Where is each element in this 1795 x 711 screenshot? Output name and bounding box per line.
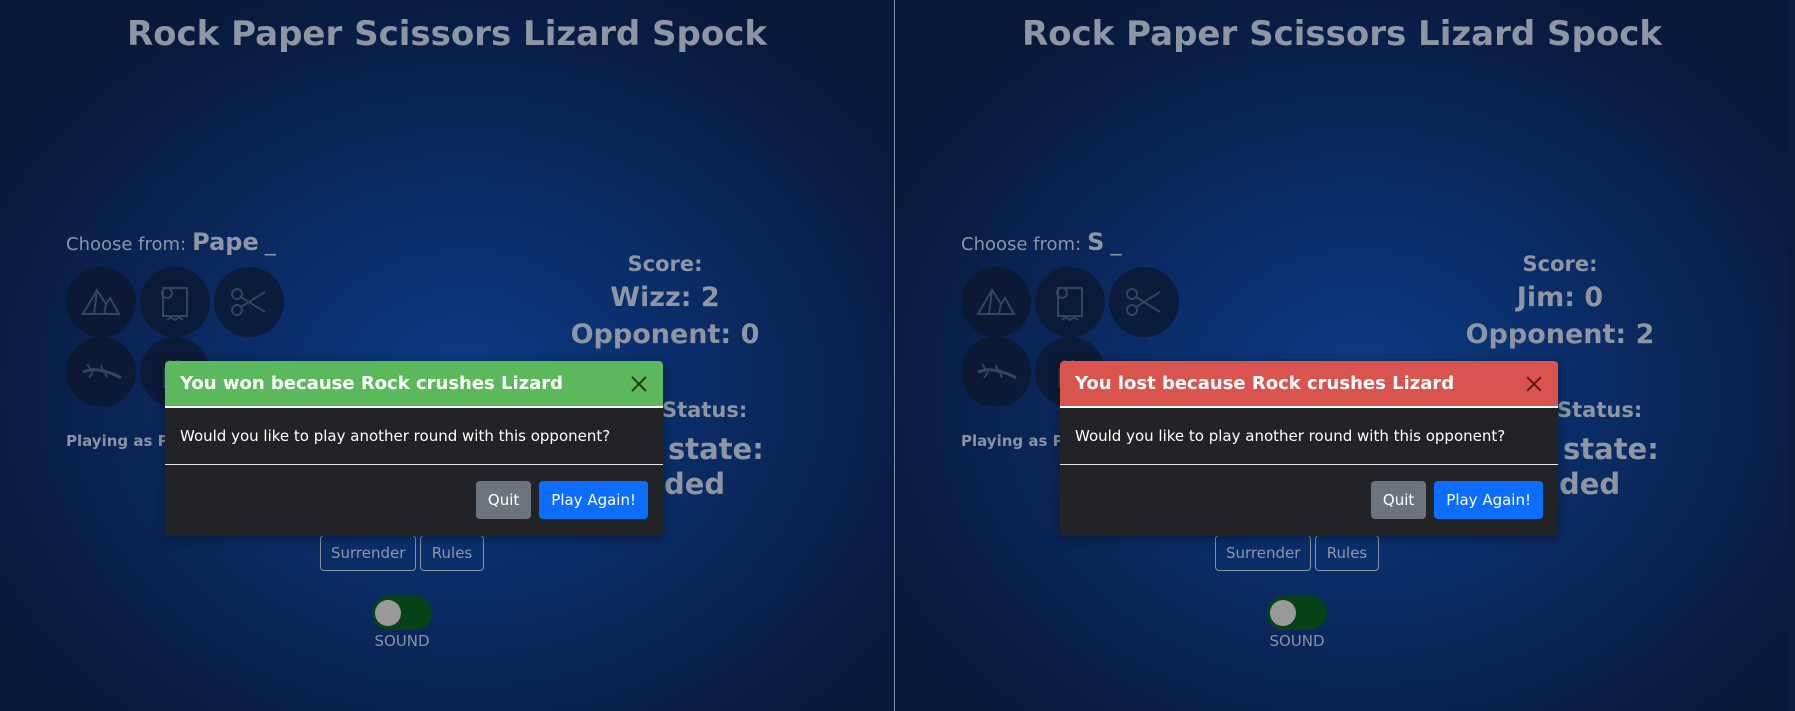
result-modal: You lost because Rock crushes Lizard Wou… — [1060, 361, 1558, 536]
score-panel: Score: Wizz: 2 Opponent: 0 — [520, 252, 810, 350]
modal-body: Would you like to play another round wit… — [1060, 408, 1558, 465]
paper-choice-button[interactable] — [140, 267, 210, 337]
result-modal: You won because Rock crushes Lizard Woul… — [165, 361, 663, 536]
scissors-icon — [231, 288, 266, 316]
play-again-button[interactable]: Play Again! — [539, 480, 648, 519]
opponent-score: Opponent: 2 — [1465, 319, 1655, 350]
status-label: Status: — [662, 398, 748, 422]
lizard-choice-button[interactable] — [66, 337, 136, 407]
scissors-choice-button[interactable] — [214, 267, 284, 337]
game-state-label: state: — [668, 432, 764, 466]
modal-footer: Quit Play Again! — [165, 465, 663, 534]
player-score: Jim: 0 — [1516, 282, 1604, 313]
choose-label: Choose from: — [66, 234, 187, 255]
paper-icon — [161, 287, 188, 322]
rock-choice-button[interactable] — [66, 267, 136, 337]
scissors-choice-button[interactable] — [1109, 267, 1179, 337]
toggle-knob — [1270, 600, 1296, 626]
choose-label: Choose from: — [961, 234, 1082, 255]
modal-title: You won because Rock crushes Lizard — [180, 373, 564, 394]
sound-label: SOUND — [374, 632, 430, 650]
quit-button[interactable]: Quit — [1370, 480, 1427, 519]
opponent-score: Opponent: 0 — [570, 319, 760, 350]
sound-toggle[interactable] — [1267, 596, 1327, 630]
close-icon[interactable] — [629, 374, 649, 394]
rock-choice-button[interactable] — [961, 267, 1031, 337]
lizard-icon — [977, 363, 1017, 380]
text-caret: _ — [264, 231, 276, 256]
modal-body: Would you like to play another round wit… — [165, 408, 663, 465]
left-game-panel: Rock Paper Scissors Lizard Spock Choose … — [0, 0, 894, 711]
game-state-label: state: — [1563, 432, 1659, 466]
play-again-button[interactable]: Play Again! — [1434, 480, 1543, 519]
player-score: Wizz: 2 — [610, 282, 720, 313]
rules-button[interactable]: Rules — [1315, 535, 1379, 571]
choose-from: Choose from: Pape _ — [66, 228, 276, 256]
sound-toggle[interactable] — [372, 596, 432, 630]
surrender-button[interactable]: Surrender — [320, 535, 416, 571]
modal-header: You won because Rock crushes Lizard — [165, 361, 663, 408]
paper-icon — [1056, 287, 1083, 322]
choose-from: Choose from: S _ — [961, 228, 1121, 256]
lizard-choice-button[interactable] — [961, 337, 1031, 407]
quit-button[interactable]: Quit — [475, 480, 532, 519]
game-state-value: ded — [1559, 467, 1621, 501]
text-caret: _ — [1110, 231, 1122, 256]
modal-footer: Quit Play Again! — [1060, 465, 1558, 534]
surrender-button[interactable]: Surrender — [1215, 535, 1311, 571]
rock-icon — [976, 288, 1016, 315]
status-label: Status: — [1557, 398, 1643, 422]
typed-choice-text: Pape — [192, 228, 259, 256]
right-game-panel: Rock Paper Scissors Lizard Spock Choose … — [895, 0, 1789, 711]
score-label: Score: — [627, 252, 703, 276]
modal-title: You lost because Rock crushes Lizard — [1075, 373, 1455, 394]
close-icon[interactable] — [1524, 374, 1544, 394]
modal-header: You lost because Rock crushes Lizard — [1060, 361, 1558, 408]
game-title: Rock Paper Scissors Lizard Spock — [1021, 14, 1662, 54]
game-state-value: ded — [664, 467, 726, 501]
game-title: Rock Paper Scissors Lizard Spock — [126, 14, 767, 54]
toggle-knob — [375, 600, 401, 626]
lizard-icon — [82, 363, 122, 380]
typed-choice-text: S — [1087, 228, 1105, 256]
rock-icon — [81, 288, 121, 315]
rules-button[interactable]: Rules — [420, 535, 484, 571]
sound-label: SOUND — [1269, 632, 1325, 650]
paper-choice-button[interactable] — [1035, 267, 1105, 337]
score-label: Score: — [1522, 252, 1598, 276]
scissors-icon — [1126, 288, 1161, 316]
score-panel: Score: Jim: 0 Opponent: 2 — [1415, 252, 1705, 350]
